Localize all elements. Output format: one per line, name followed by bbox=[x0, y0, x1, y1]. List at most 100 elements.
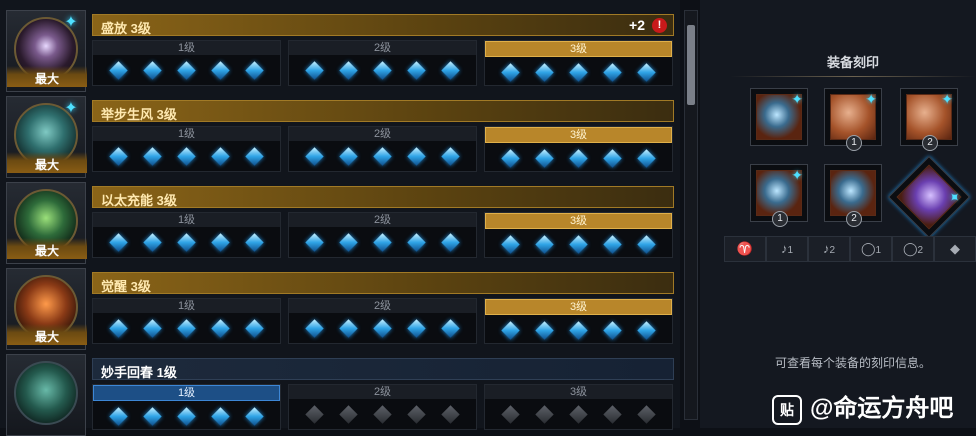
slot-necklace[interactable]: ✦ bbox=[750, 88, 808, 146]
slot-number: 1 bbox=[846, 135, 862, 151]
tab-number: 1 bbox=[787, 245, 794, 256]
tier-1: 1级 bbox=[92, 384, 281, 430]
gem-icon bbox=[407, 61, 426, 80]
tier-label: 3级 bbox=[485, 385, 672, 399]
engraving-title-bar: 觉醒 3级 bbox=[92, 272, 674, 294]
gem-icon bbox=[304, 147, 324, 166]
tier-1: 1级 bbox=[92, 126, 281, 172]
tier-label: 1级 bbox=[93, 127, 280, 141]
tier-2: 2级 bbox=[288, 40, 477, 86]
engraving-icon-frame: 最大 bbox=[6, 268, 87, 350]
engraving-title: 妙手回春 1级 bbox=[101, 365, 177, 380]
tier-label: 2级 bbox=[289, 385, 476, 399]
engraving-row[interactable]: 最大 觉醒 3级 1级 2级 3级 bbox=[6, 268, 674, 350]
slot-ring-1[interactable]: ✦ 1 bbox=[750, 164, 808, 227]
watermark-text: @命运方舟吧 bbox=[810, 395, 954, 422]
slot-earring-2[interactable]: ✦ 2 bbox=[900, 88, 958, 151]
ring-icon bbox=[830, 170, 876, 216]
tier-1: 1级 bbox=[92, 40, 281, 86]
gem-icon bbox=[211, 319, 230, 338]
tier-3: 3级 bbox=[484, 298, 673, 344]
tier-3: 3级 bbox=[484, 384, 673, 430]
tieba-icon: 贴 bbox=[772, 394, 802, 425]
slot-number: 2 bbox=[922, 135, 938, 151]
gem-icon bbox=[500, 321, 520, 340]
max-label: 最大 bbox=[7, 66, 87, 87]
gem-icon bbox=[339, 61, 358, 80]
tier-label: 2级 bbox=[289, 127, 476, 141]
rune-icon: ✦ bbox=[791, 167, 803, 183]
tier-label: 3级 bbox=[485, 213, 672, 229]
tab-ring-1[interactable]: ◯1 bbox=[850, 236, 892, 262]
panel-title: 装备刻印 bbox=[826, 55, 879, 70]
watermark: 贴 @命运方舟吧 bbox=[772, 388, 953, 425]
gem-icon bbox=[603, 63, 622, 82]
tab-crystal[interactable]: ◆ bbox=[934, 236, 976, 262]
tier-group: 1级 2级 3级 bbox=[92, 384, 674, 430]
scrollbar-thumb[interactable] bbox=[687, 25, 695, 105]
gem-icon bbox=[569, 405, 588, 424]
tab-earring-1[interactable]: ♪1 bbox=[766, 236, 808, 262]
gem-icon bbox=[637, 149, 657, 168]
gem-icon bbox=[637, 235, 657, 254]
slot-earring-1[interactable]: ✦ 1 bbox=[824, 88, 882, 151]
tier-2: 2级 bbox=[288, 298, 477, 344]
gem-icon bbox=[500, 63, 520, 82]
gem-icon bbox=[407, 319, 426, 338]
gem-icon bbox=[339, 233, 358, 252]
gem-icon bbox=[143, 233, 162, 252]
engraving-icon-frame bbox=[6, 354, 86, 436]
gem-icon bbox=[535, 149, 554, 168]
slot-ring-2[interactable]: 2 bbox=[824, 164, 882, 227]
tier-group: 1级 2级 3级 bbox=[92, 126, 674, 172]
gem-icon bbox=[108, 319, 128, 338]
tier-label: 1级 bbox=[93, 213, 280, 227]
gem-icon bbox=[603, 321, 622, 340]
gem-icon bbox=[304, 61, 324, 80]
engraving-row[interactable]: 最大 以太充能 3级 1级 2级 3级 bbox=[6, 182, 674, 264]
gem-icon bbox=[500, 405, 520, 424]
tier-label: 3级 bbox=[485, 127, 672, 143]
tier-group: 1级 2级 3级 bbox=[92, 212, 674, 258]
tab-number: 1 bbox=[875, 245, 882, 256]
gem-icon bbox=[441, 319, 461, 338]
engraving-row[interactable]: ✦ 最大 举步生风 3级 1级 2级 3级 bbox=[6, 96, 674, 178]
engraving-row[interactable]: 妙手回春 1级 1级 2级 3级 bbox=[6, 354, 674, 436]
engraving-title: 觉醒 3级 bbox=[101, 279, 151, 294]
gem-icon bbox=[603, 235, 622, 254]
engraving-icon-frame: ✦ 最大 bbox=[6, 10, 87, 92]
tab-ring-2[interactable]: ◯2 bbox=[892, 236, 934, 262]
slot-number: 1 bbox=[772, 211, 788, 227]
gem-icon bbox=[569, 321, 588, 340]
engraving-title: 盛放 3级 bbox=[101, 21, 151, 36]
gem-icon bbox=[304, 319, 324, 338]
gem-icon bbox=[177, 407, 196, 426]
gem-icon bbox=[108, 147, 128, 166]
tier-2: 2级 bbox=[288, 126, 477, 172]
gem-icon bbox=[637, 321, 657, 340]
max-label: 最大 bbox=[7, 238, 87, 259]
engraving-title-bar: 妙手回春 1级 bbox=[92, 358, 674, 380]
tier-label: 3级 bbox=[485, 41, 672, 57]
tier-label: 2级 bbox=[289, 299, 476, 313]
gem-icon bbox=[535, 235, 554, 254]
engraving-row[interactable]: ✦ 最大 盛放 3级 +2 ! 1级 2级 3级 bbox=[6, 10, 674, 92]
warning-icon[interactable]: ! bbox=[652, 18, 667, 33]
tab-number: 2 bbox=[829, 245, 836, 256]
max-label: 最大 bbox=[7, 324, 87, 345]
tab-earring-2[interactable]: ♪2 bbox=[808, 236, 850, 262]
tier-3: 3级 bbox=[484, 40, 673, 86]
gem-icon bbox=[535, 321, 554, 340]
gem-icon bbox=[535, 405, 554, 424]
engraving-title-bar: 盛放 3级 +2 ! bbox=[92, 14, 674, 36]
scrollbar[interactable] bbox=[684, 10, 698, 420]
info-text: 可查看每个装备的刻印信息。 bbox=[774, 356, 931, 370]
gem-icon bbox=[211, 61, 230, 80]
rune-icon: ✦ bbox=[791, 91, 803, 107]
gem-icon bbox=[339, 319, 358, 338]
gem-icon bbox=[603, 149, 622, 168]
slot-crystal[interactable]: ✦ bbox=[887, 155, 971, 239]
gem-icon bbox=[441, 405, 461, 424]
gem-icon bbox=[373, 405, 392, 424]
tab-necklace[interactable]: ♈ bbox=[724, 236, 766, 262]
